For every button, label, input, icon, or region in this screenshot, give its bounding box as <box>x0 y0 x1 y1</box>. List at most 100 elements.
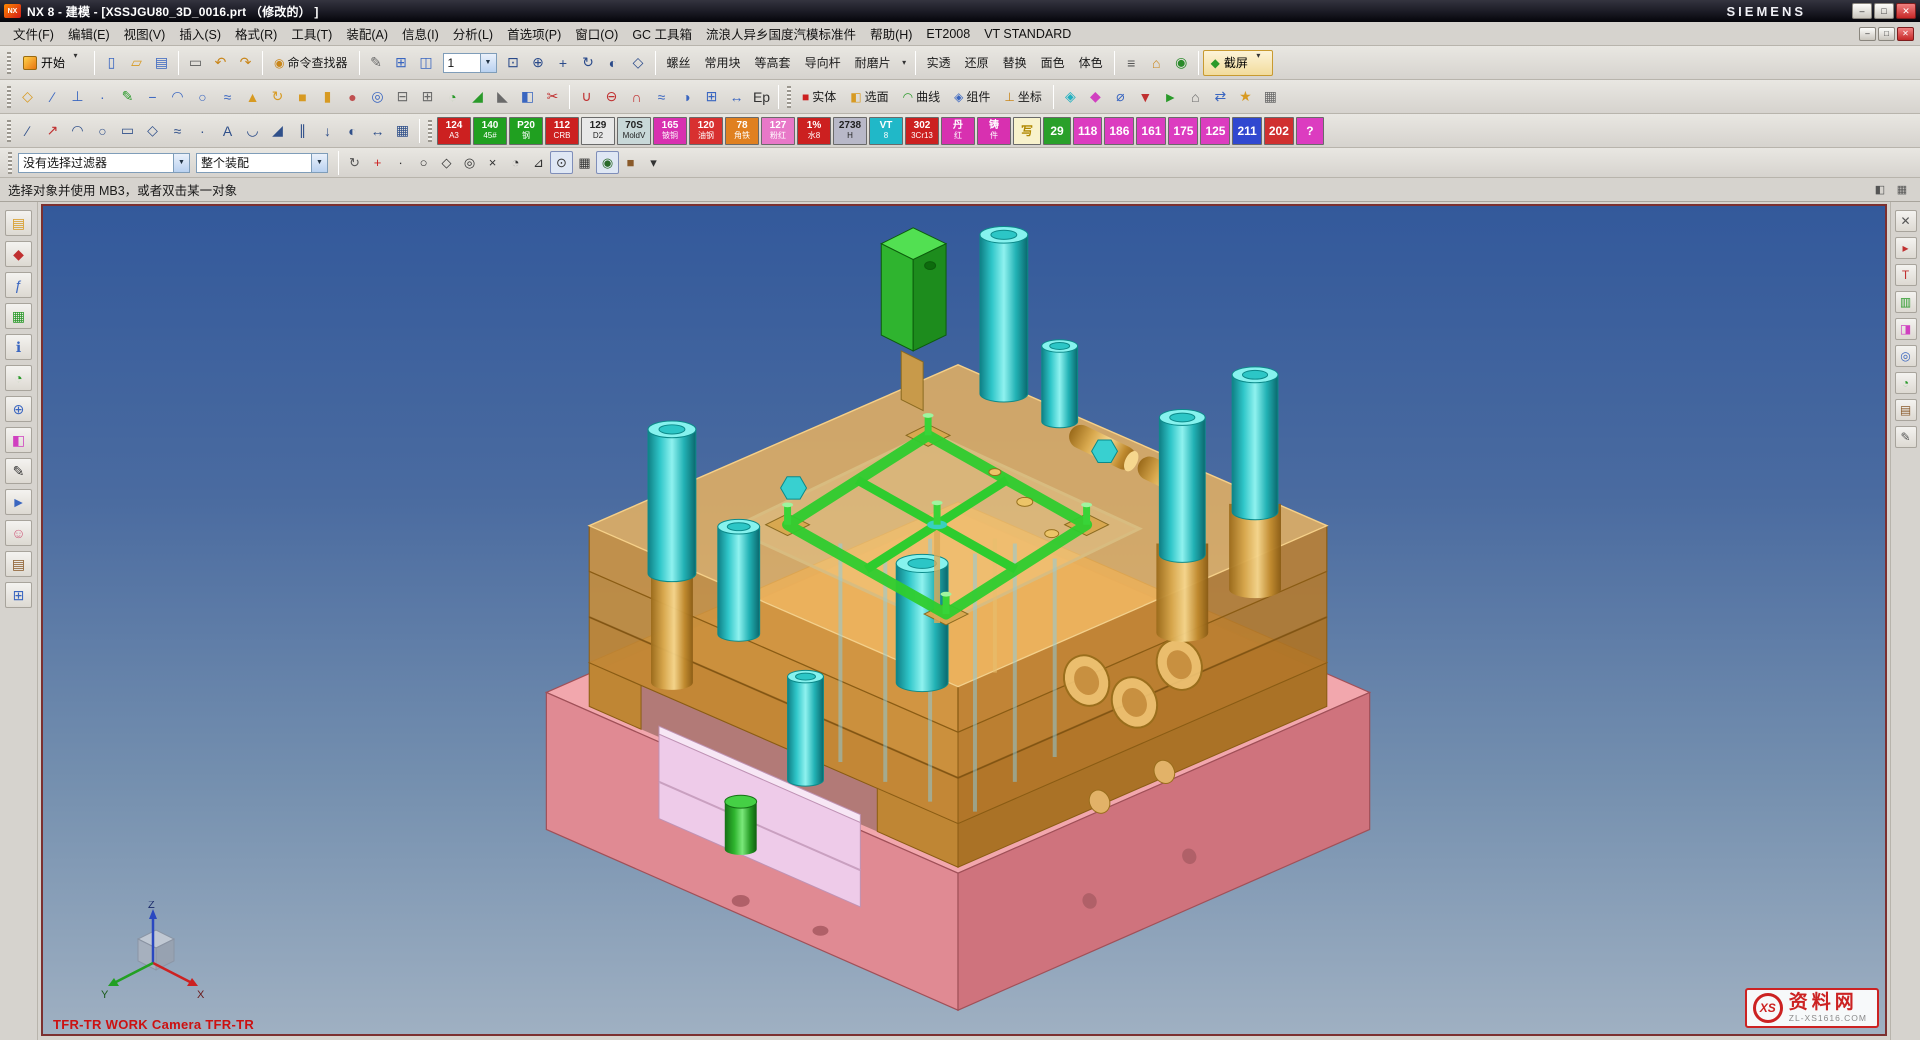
tool-186[interactable]: 186 <box>1104 117 1134 145</box>
graphics-viewport[interactable]: Z X Y TFR-TR WORK Camera TFR-TR XS 资料网 Z… <box>41 204 1887 1036</box>
material-zhujian[interactable]: 铸件 <box>977 117 1011 145</box>
prompt-grid-icon[interactable]: ▦ <box>1892 180 1912 200</box>
menu-preferences[interactable]: 首选项(P) <box>500 21 568 46</box>
menu-assemblies[interactable]: 装配(A) <box>339 21 395 46</box>
material-1-shui8[interactable]: 1%水8 <box>797 117 831 145</box>
text-icon[interactable]: A <box>215 118 240 143</box>
extrude-icon[interactable]: ▲ <box>240 84 265 109</box>
shaded-view-icon[interactable]: ◐ <box>601 50 626 75</box>
rotate-view-icon[interactable]: ↻ <box>576 50 601 75</box>
start-menu-button[interactable]: 开始 ▾ <box>15 50 90 76</box>
menu-view[interactable]: 视图(V) <box>117 21 173 46</box>
display-body-color-button[interactable]: 体色 <box>1072 51 1110 75</box>
windows-panel-icon[interactable]: ⊞ <box>5 582 32 608</box>
doc-close-button[interactable]: ✕ <box>1897 27 1914 41</box>
rectangle-icon[interactable]: ▭ <box>115 118 140 143</box>
menu-vt-standard[interactable]: VT STANDARD <box>977 24 1078 44</box>
toolbar-grip[interactable] <box>7 86 11 108</box>
pencil-icon[interactable]: ✎ <box>1895 426 1917 448</box>
mirror-curve-icon[interactable]: ◐ <box>340 118 365 143</box>
window-layout-icon[interactable]: ⊞ <box>389 50 414 75</box>
display-restore-button[interactable]: 还原 <box>958 51 996 75</box>
text-tool-icon[interactable]: T <box>1895 264 1917 286</box>
display-replace-button[interactable]: 替换 <box>996 51 1034 75</box>
save-icon[interactable]: ▤ <box>149 50 174 75</box>
wave-link-icon[interactable]: ◈ <box>1058 84 1083 109</box>
home-view-icon[interactable]: ⌂ <box>1183 84 1208 109</box>
notes-icon[interactable]: ▤ <box>5 551 32 577</box>
snap-midpoint-icon[interactable]: ◇ <box>435 151 458 174</box>
pan-icon[interactable]: + <box>551 50 576 75</box>
menu-standard-parts[interactable]: 流浪人异乡国度汽模标准件 <box>699 21 863 46</box>
shell-icon[interactable]: ◧ <box>515 84 540 109</box>
unite-icon[interactable]: ∪ <box>574 84 599 109</box>
move-object-icon[interactable]: ↔ <box>724 84 749 109</box>
part-navigator-icon[interactable]: ƒ <box>5 272 32 298</box>
menu-window[interactable]: 窗口(O) <box>568 21 625 46</box>
wcs-icon[interactable]: ⌂ <box>1144 50 1169 75</box>
palette-panel-icon[interactable]: ◨ <box>1895 318 1917 340</box>
command-finder-button[interactable]: ◉ 命令查找器 <box>267 51 355 75</box>
hide-icon[interactable]: ▼ <box>1133 84 1158 109</box>
menu-gc-toolbox[interactable]: GC 工具箱 <box>625 21 699 46</box>
sketch-line-icon[interactable]: ∕ <box>15 118 40 143</box>
revolve-icon[interactable]: ↻ <box>265 84 290 109</box>
lib-height-sleeves-button[interactable]: 等高套 <box>748 51 798 75</box>
toolbar-grip[interactable] <box>7 120 11 142</box>
studio-spline-icon[interactable]: ≈ <box>165 118 190 143</box>
material-70s-moldv[interactable]: 70SMoldV <box>617 117 651 145</box>
cylinder-icon[interactable]: ▮ <box>315 84 340 109</box>
undo-icon[interactable]: ↶ <box>208 50 233 75</box>
library-caret[interactable]: ▾ <box>898 51 911 75</box>
toolbar-grip[interactable] <box>8 152 12 174</box>
toolbar-grip[interactable] <box>787 86 791 108</box>
tool-118[interactable]: 118 <box>1073 117 1102 145</box>
toolbar-grip[interactable] <box>7 52 11 74</box>
hole-icon[interactable]: ◎ <box>365 84 390 109</box>
show-icon[interactable]: ► <box>1158 84 1183 109</box>
display-translucent-button[interactable]: 实透 <box>920 51 958 75</box>
corner-chamfer-icon[interactable]: ◢ <box>265 118 290 143</box>
screenshot-button[interactable]: ◆ 截屏 ▾ <box>1203 50 1273 76</box>
snap-perpendicular-icon[interactable]: ⊿ <box>527 151 550 174</box>
selection-filter-combo[interactable]: 没有选择过滤器 ▼ <box>18 153 190 173</box>
select-component-button[interactable]: ◈组件 <box>947 85 997 109</box>
select-curve-button[interactable]: ◠曲线 <box>896 85 948 109</box>
assembly-navigator-icon[interactable]: ▤ <box>5 210 32 236</box>
swap-icon[interactable]: ⇄ <box>1208 84 1233 109</box>
menu-et2008[interactable]: ET2008 <box>919 24 977 44</box>
display-face-color-button[interactable]: 面色 <box>1034 51 1072 75</box>
snap-existing-point-icon[interactable]: ⊙ <box>550 151 573 174</box>
favorites-icon[interactable]: ★ <box>1233 84 1258 109</box>
pattern-feature-icon[interactable]: ⊞ <box>699 84 724 109</box>
snap-endpoint-icon[interactable]: ○ <box>412 151 435 174</box>
material-112-crb[interactable]: 112CRB <box>545 117 579 145</box>
material-p20[interactable]: P20钢 <box>509 117 543 145</box>
sketch-icon[interactable]: ✎ <box>115 84 140 109</box>
dimension-icon[interactable]: ↔ <box>365 118 390 143</box>
zoom-icon[interactable]: ⊕ <box>526 50 551 75</box>
hd3d-tools-icon[interactable]: ℹ <box>5 334 32 360</box>
select-csys-button[interactable]: ⊥坐标 <box>997 85 1048 109</box>
tool-175[interactable]: 175 <box>1168 117 1198 145</box>
notebook-icon[interactable]: ▤ <box>1895 399 1917 421</box>
tool-202[interactable]: 202 <box>1264 117 1294 145</box>
touch-mode-icon[interactable]: ✎ <box>364 50 389 75</box>
snap-intersection-icon[interactable]: × <box>481 151 504 174</box>
orient-view-icon[interactable]: ◇ <box>626 50 651 75</box>
material-165[interactable]: 165铍铜 <box>653 117 687 145</box>
arc-icon[interactable]: ◠ <box>165 84 190 109</box>
material-127[interactable]: 127粉红 <box>761 117 795 145</box>
snap-point-icon[interactable]: ∙ <box>389 151 412 174</box>
lib-wear-plates-button[interactable]: 耐磨片 <box>848 51 898 75</box>
doc-restore-button[interactable]: □ <box>1878 27 1895 41</box>
globe-icon[interactable]: ◎ <box>1895 345 1917 367</box>
more-options-caret[interactable]: ▾ <box>642 151 665 174</box>
line-icon[interactable]: − <box>140 84 165 109</box>
maximize-button[interactable]: □ <box>1874 3 1894 19</box>
mirror-icon[interactable]: ◑ <box>674 84 699 109</box>
refresh-icon[interactable]: ↻ <box>343 151 366 174</box>
material-vt8[interactable]: VT8 <box>869 117 903 145</box>
material-2738h[interactable]: 2738H <box>833 117 867 145</box>
redo-icon[interactable]: ↷ <box>233 50 258 75</box>
